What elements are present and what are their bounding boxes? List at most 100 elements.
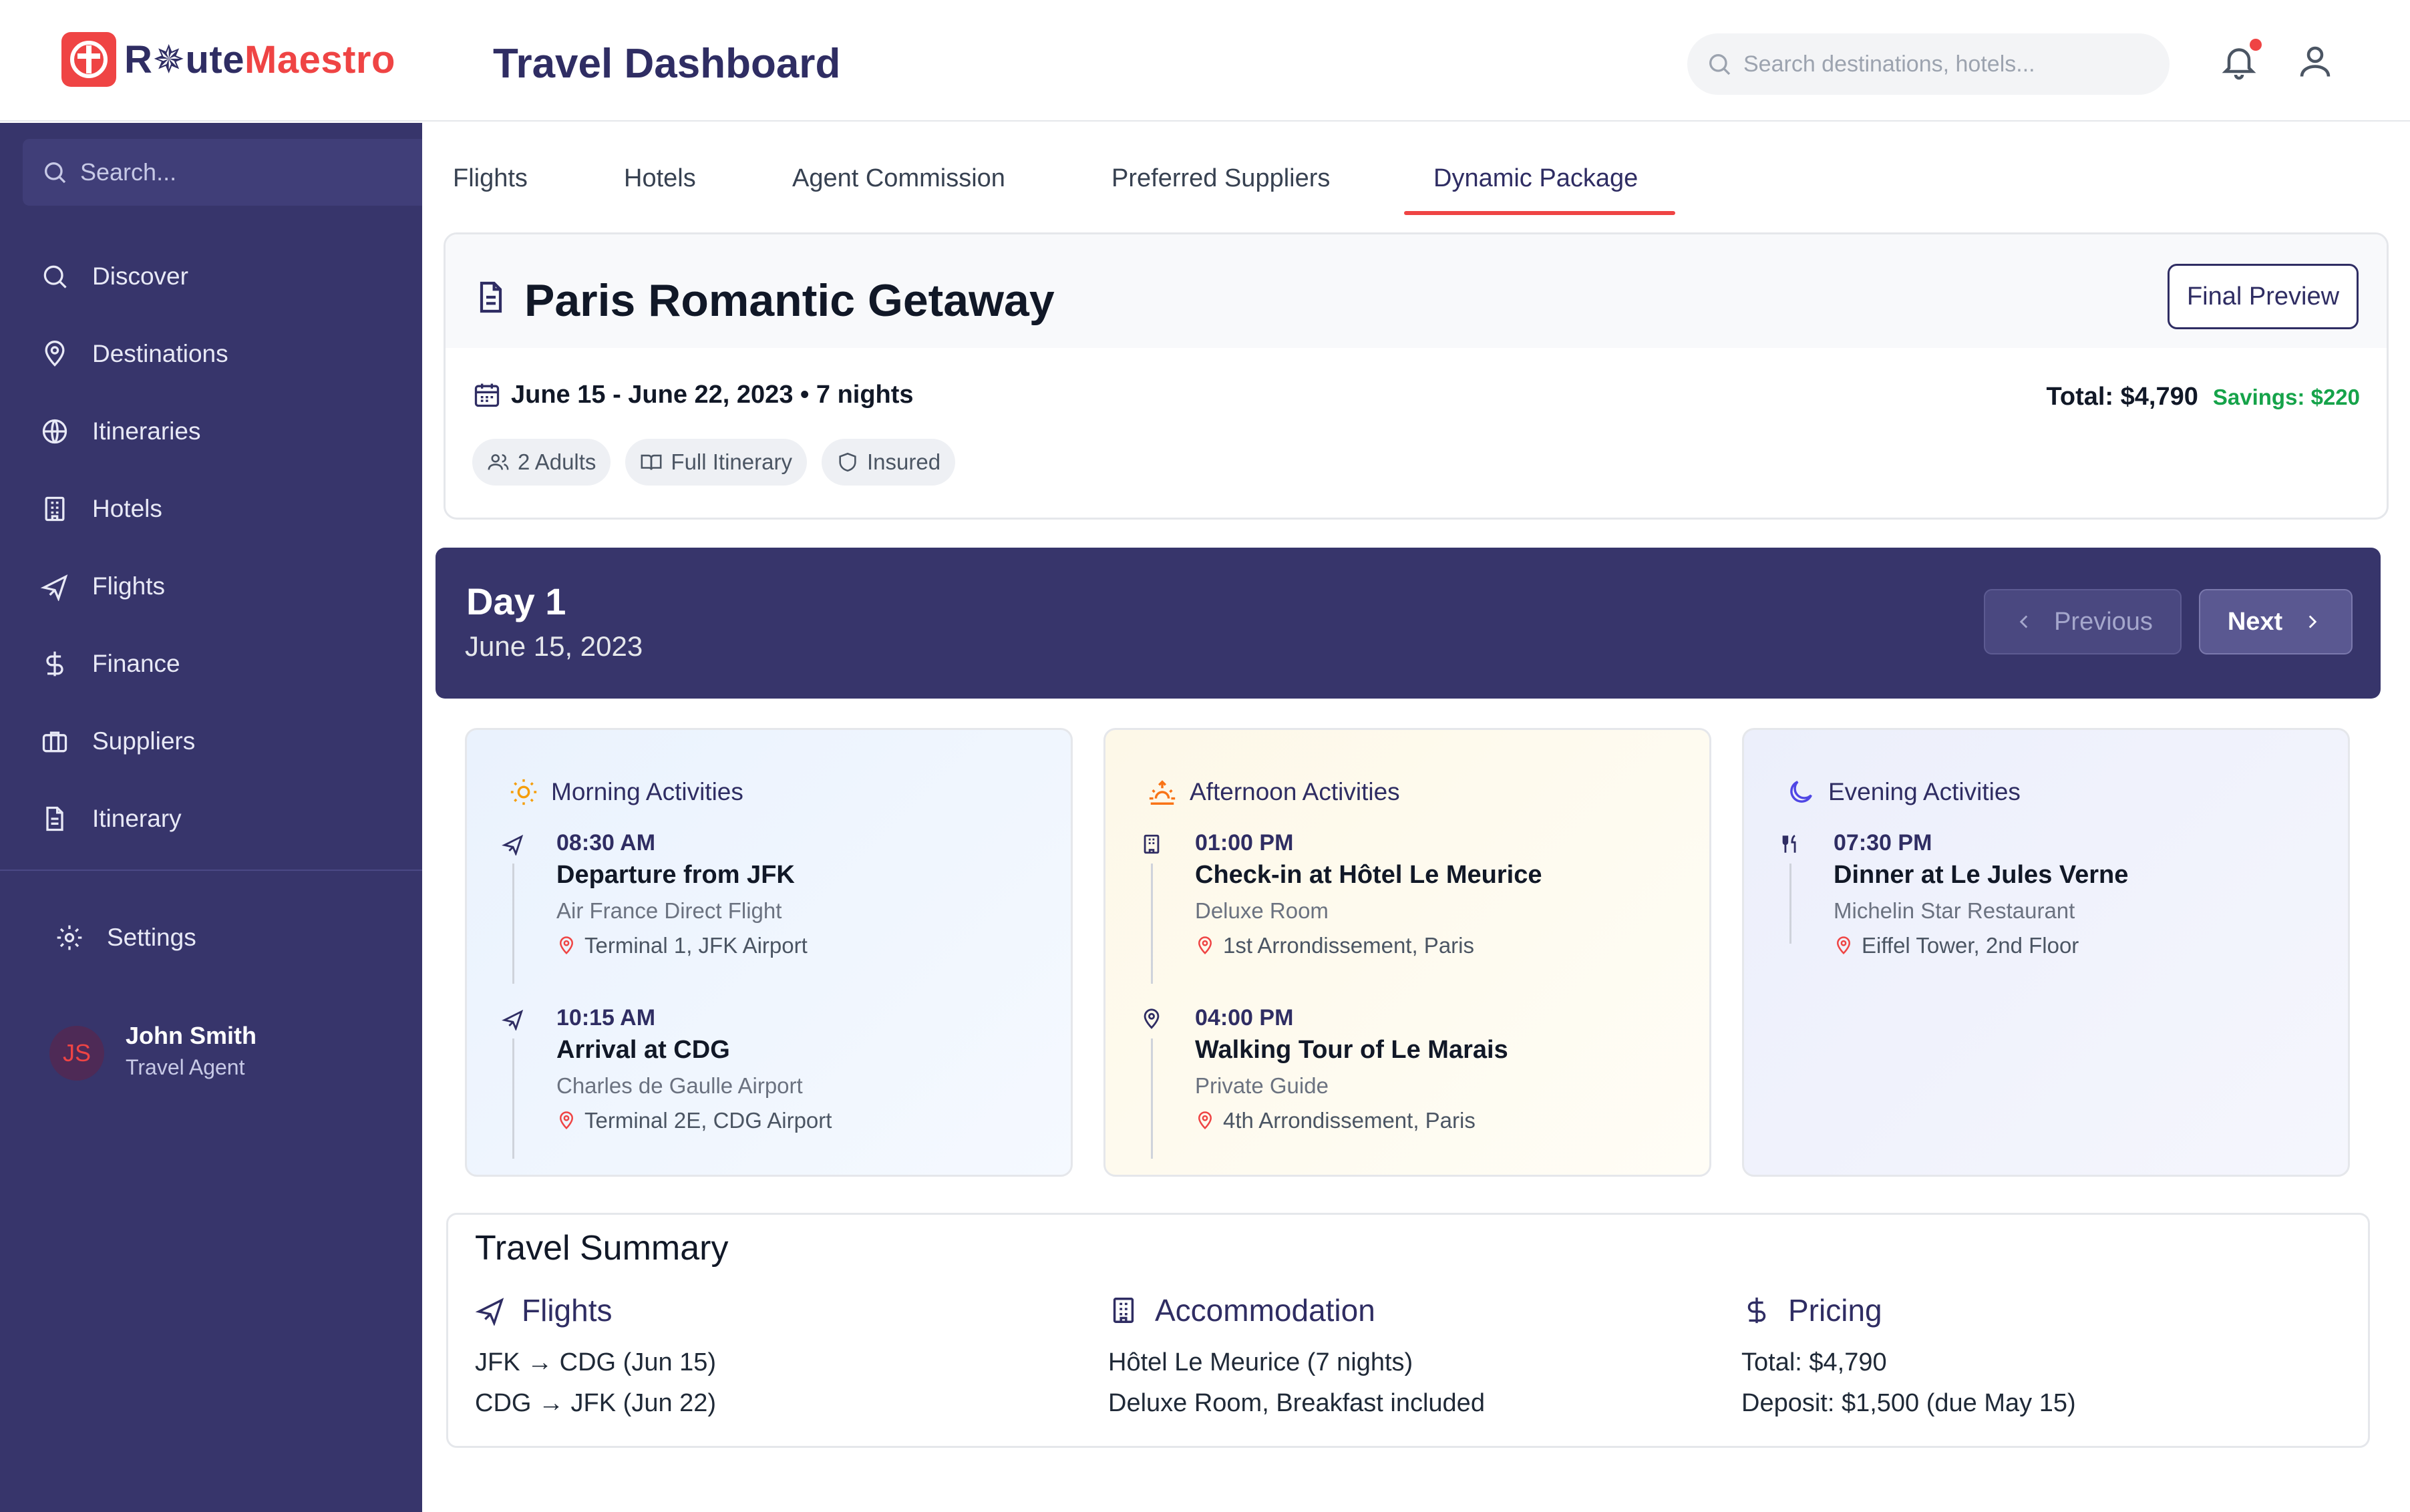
activity-time: 04:00 PM [1195,1005,1294,1030]
next-label: Next [2227,607,2283,636]
activity-location: Eiffel Tower, 2nd Floor [1834,933,2079,958]
summary-pricing-heading-text: Pricing [1788,1293,1882,1328]
globe-icon [42,419,67,444]
sidebar-item-finance[interactable]: Finance [40,637,401,691]
document-icon [480,281,502,313]
sun-icon [510,779,537,805]
activity-subtitle: Michelin Star Restaurant [1834,898,2075,923]
activity-location-text: Eiffel Tower, 2nd Floor [1862,933,2079,958]
dollar-icon [1747,1297,1766,1324]
tab-preferred-suppliers[interactable]: Preferred Suppliers [1111,164,1330,193]
search-icon [43,265,67,289]
day-date: June 15, 2023 [465,630,643,662]
activity-title: Check-in at Hôtel Le Meurice [1195,861,1542,889]
dollar-icon [46,651,63,677]
activity-item[interactable]: 10:15 AM Arrival at CDG Charles de Gaull… [502,1005,1049,1165]
building-icon [45,496,65,522]
tab-flights[interactable]: Flights [453,164,528,193]
chip-label: Full Itinerary [671,449,792,474]
search-icon [45,162,66,184]
sidebar-item-label: Destinations [92,340,228,367]
sidebar-item-hotels[interactable]: Hotels [40,482,401,536]
summary-line: Deposit: $1,500 (due May 15) [1741,1389,2076,1417]
hotel-icon [1144,834,1160,854]
gear-icon [57,925,82,950]
briefcase-icon [42,731,67,753]
activity-location: Terminal 2E, CDG Airport [556,1108,832,1133]
user-role: Travel Agent [126,1055,245,1079]
evening-heading-text: Evening Activities [1828,778,2021,805]
day-banner: Day 1 June 15, 2023 Previous Next [436,548,2381,699]
activity-subtitle: Charles de Gaulle Airport [556,1073,803,1098]
logo-text-mid: ute [185,38,244,81]
top-search-bar[interactable] [1687,33,2170,95]
sidebar-item-settings[interactable]: Settings [55,911,415,964]
search-icon [1709,54,1731,75]
sidebar-item-label: Suppliers [92,727,196,755]
summary-accommodation: Accommodation Hôtel Le Meurice (7 nights… [1108,1292,1485,1418]
evening-heading: Evening Activities [1785,777,2021,807]
package-header: Paris Romantic Getaway Final Preview [446,234,2387,348]
activity-item[interactable]: 07:30 PM Dinner at Le Jules Verne Michel… [1779,830,2327,990]
chip-adults[interactable]: 2 Adults [472,439,611,486]
chip-full-itinerary[interactable]: Full Itinerary [625,439,807,486]
chevron-left-icon [2019,615,2028,628]
activity-time: 01:00 PM [1195,830,1294,856]
afternoon-activities-card: Afternoon Activities 01:00 PM Check-in a… [1103,728,1711,1177]
top-search-input[interactable] [1743,51,2144,77]
avatar[interactable]: JS [49,1026,104,1081]
activity-time: 08:30 AM [556,830,656,856]
sunset-icon [1149,780,1176,805]
tab-hotels[interactable]: Hotels [624,164,696,193]
map-pin-icon [45,341,65,367]
activity-time: 07:30 PM [1834,830,1932,856]
activity-item[interactable]: 01:00 PM Check-in at Hôtel Le Meurice De… [1140,830,1688,990]
tab-bar: Flights Hotels Agent Commission Preferre… [422,123,2410,216]
tab-agent-commission[interactable]: Agent Commission [792,164,1005,193]
sidebar-search-input[interactable] [80,158,401,186]
sidebar-item-destinations[interactable]: Destinations [40,327,401,381]
logo-text: R✵uteMaestro [124,37,395,82]
activity-item[interactable]: 08:30 AM Departure from JFK Air France D… [502,830,1049,990]
map-pin-icon [1198,936,1212,955]
sidebar-item-flights[interactable]: Flights [40,560,401,613]
next-day-button[interactable]: Next [2199,589,2353,654]
map-pin-icon [1144,1008,1160,1029]
final-preview-button[interactable]: Final Preview [2168,264,2359,329]
chip-insured[interactable]: Insured [821,439,956,486]
user-profile-icon[interactable] [2295,41,2335,81]
sidebar-item-suppliers[interactable]: Suppliers [40,715,401,768]
logo-compass-glyph-icon: ✵ [152,38,186,81]
app-root: R✵uteMaestro Travel Dashboard Discover D… [0,0,2410,1512]
summary-flights: Flights JFK → CDG (Jun 15) CDG → JFK (Ju… [475,1292,716,1418]
afternoon-heading-text: Afternoon Activities [1190,778,1400,805]
sidebar-search-bar[interactable] [23,139,422,206]
sidebar-item-label: Itineraries [92,417,201,445]
logo-text-suffix: Maestro [244,38,395,81]
summary-accommodation-heading-text: Accommodation [1155,1293,1375,1328]
previous-day-button[interactable]: Previous [1984,589,2182,654]
tab-dynamic-package[interactable]: Dynamic Package [1433,164,1638,193]
summary-line: JFK → CDG (Jun 15) [475,1348,717,1376]
activity-item[interactable]: 04:00 PM Walking Tour of Le Marais Priva… [1140,1005,1688,1165]
top-header: R✵uteMaestro Travel Dashboard [0,0,2410,122]
package-title: Paris Romantic Getaway [524,275,1055,326]
logo[interactable]: R✵uteMaestro [61,31,395,88]
travel-summary-title: Travel Summary [475,1229,729,1268]
activity-subtitle: Private Guide [1195,1073,1329,1098]
activity-subtitle: Deluxe Room [1195,898,1329,923]
summary-flights-heading-text: Flights [522,1293,613,1328]
book-icon [641,454,662,470]
sidebar: Discover Destinations Itineraries Hotels… [0,123,422,1512]
summary-line: CDG → JFK (Jun 22) [475,1389,717,1417]
activity-location-text: 4th Arrondissement, Paris [1223,1108,1476,1133]
morning-heading-text: Morning Activities [551,778,743,805]
sidebar-item-itinerary[interactable]: Itinerary [40,792,401,845]
calendar-icon [474,383,500,407]
sidebar-divider [0,870,422,871]
sidebar-item-itineraries[interactable]: Itineraries [40,405,401,458]
activity-location: 4th Arrondissement, Paris [1195,1108,1476,1133]
activity-location: Terminal 1, JFK Airport [556,933,808,958]
package-total-price: Total: $4,790 [2046,383,2198,411]
sidebar-item-discover[interactable]: Discover [40,250,401,303]
